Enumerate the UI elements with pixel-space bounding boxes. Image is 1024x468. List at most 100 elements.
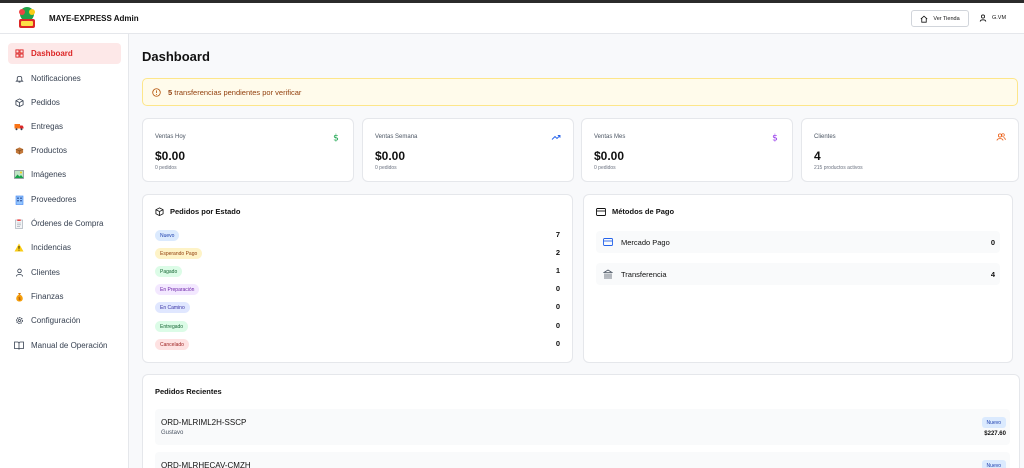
sidebar-item-label: Órdenes de Compra — [31, 219, 104, 228]
sidebar-item-incidencias[interactable]: Incidencias — [8, 237, 121, 258]
order-status-badge: Nuevo — [981, 460, 1006, 468]
payment-label: Transferencia — [621, 269, 667, 279]
sidebar-item-finanzas[interactable]: $ Finanzas — [8, 286, 121, 307]
svg-text:$: $ — [18, 296, 21, 301]
sidebar-item-label: Manual de Operación — [31, 341, 108, 350]
alert-message: transferencias pendientes por verificar — [174, 87, 302, 97]
payment-row-transferencia: Transferencia 4 — [596, 263, 1000, 285]
brand-logo[interactable] — [16, 6, 38, 30]
sidebar-item-productos[interactable]: Productos — [8, 140, 121, 161]
section-title: Métodos de Pago — [596, 207, 674, 216]
stat-card-ventas-semana: Ventas Semana $0.00 0 pedidos — [362, 118, 574, 182]
alert-count: 5 — [168, 87, 173, 97]
payment-label: Mercado Pago — [621, 237, 670, 247]
view-store-button[interactable]: Ver Tienda — [911, 10, 969, 27]
status-row: Nuevo 7 — [155, 230, 560, 242]
card-icon — [603, 238, 613, 246]
sidebar-item-ordenes-compra[interactable]: Órdenes de Compra — [8, 213, 121, 234]
stat-card-ventas-mes: Ventas Mes $ $0.00 0 pedidos — [581, 118, 793, 182]
status-row: Pagado 1 — [155, 266, 560, 278]
alert-text: 5 transferencias pendientes por verifica… — [168, 88, 301, 97]
sidebar-item-label: Finanzas — [31, 292, 64, 301]
sidebar-item-dashboard[interactable]: Dashboard — [8, 43, 121, 64]
sidebar-item-configuracion[interactable]: Configuración — [8, 310, 121, 331]
card-icon — [596, 207, 606, 216]
payment-row-mercado-pago: Mercado Pago 0 — [596, 231, 1000, 253]
view-store-label: Ver Tienda — [933, 15, 960, 22]
stat-sub: 215 productos activos — [814, 165, 863, 171]
bank-icon — [603, 269, 613, 279]
sidebar-item-pedidos[interactable]: Pedidos — [8, 92, 121, 113]
order-status-badge: Nuevo — [981, 417, 1006, 428]
status-row: Entregado 0 — [155, 321, 560, 333]
svg-text:$: $ — [772, 134, 778, 143]
sidebar-item-label: Notificaciones — [31, 74, 81, 83]
section-title-label: Pedidos Recientes — [155, 387, 222, 396]
image-icon — [14, 170, 24, 180]
status-badge: Entregado — [155, 321, 189, 332]
status-row: En Camino 0 — [155, 302, 560, 314]
user-icon — [14, 268, 24, 278]
order-row[interactable]: ORD-MLRHECAV-CMZH Nuevo — [155, 452, 1010, 468]
status-count: 2 — [555, 248, 560, 257]
status-count: 1 — [555, 266, 560, 275]
user-menu[interactable]: G.VM — [979, 14, 1006, 22]
sidebar-item-label: Clientes — [31, 268, 60, 277]
status-badge: En Preparación — [155, 284, 200, 295]
svg-text:$: $ — [333, 134, 339, 143]
stat-value: 4 — [814, 149, 821, 163]
status-badge: Esperando Pago — [155, 248, 203, 259]
stat-sub: 0 pedidos — [155, 165, 177, 171]
order-total: $227.60 — [984, 431, 1006, 437]
status-count: 7 — [555, 230, 560, 239]
sidebar-item-notificaciones[interactable]: Notificaciones — [8, 68, 121, 89]
pending-transfers-alert[interactable]: 5 transferencias pendientes por verifica… — [142, 78, 1018, 106]
package-icon — [14, 98, 24, 108]
alert-circle-icon — [152, 87, 161, 97]
page-title: Dashboard — [142, 49, 210, 64]
truck-icon — [14, 122, 24, 132]
status-badge: Nuevo — [155, 230, 180, 241]
order-id: ORD-MLRHECAV-CMZH — [161, 461, 251, 468]
user-icon — [979, 14, 987, 22]
order-row[interactable]: ORD-MLRIML2H-SSCP Gustavo Nuevo $227.60 — [155, 409, 1010, 445]
main-content: Dashboard 5 transferencias pendientes po… — [130, 34, 1024, 468]
status-row: Cancelado 0 — [155, 339, 560, 351]
top-header: MAYE-EXPRESS Admin Ver Tienda G.VM — [0, 3, 1024, 34]
payment-methods-card: Métodos de Pago Mercado Pago 0 Transfere… — [583, 194, 1013, 363]
status-badge: Pagado — [155, 266, 183, 277]
sidebar-item-label: Pedidos — [31, 98, 60, 107]
sidebar-item-imagenes[interactable]: Imágenes — [8, 164, 121, 185]
stat-value: $0.00 — [594, 149, 625, 163]
bell-icon — [14, 74, 24, 84]
order-client: Gustavo — [161, 430, 184, 436]
stat-card-clientes: Clientes 4 215 productos activos — [801, 118, 1019, 182]
sidebar-item-label: Dashboard — [31, 49, 73, 58]
recent-orders-card: Pedidos Recientes ORD-MLRIML2H-SSCP Gust… — [142, 374, 1020, 468]
dollar-icon: $ — [772, 134, 778, 143]
sidebar-item-proveedores[interactable]: Proveedores — [8, 189, 121, 210]
sidebar-item-entregas[interactable]: Entregas — [8, 116, 121, 137]
status-count: 0 — [555, 302, 560, 311]
book-icon — [14, 341, 24, 351]
sidebar-item-manual[interactable]: Manual de Operación — [8, 335, 121, 356]
user-initials: G.VM — [992, 15, 1007, 21]
orders-by-status-card: Pedidos por Estado Nuevo 7 Esperando Pag… — [142, 194, 573, 363]
section-title-label: Métodos de Pago — [612, 207, 675, 216]
stat-sub: 0 pedidos — [594, 165, 616, 171]
section-title-label: Pedidos por Estado — [170, 207, 241, 216]
sidebar: Dashboard Notificaciones Pedidos Entrega… — [0, 34, 129, 468]
box-icon — [14, 146, 24, 156]
sidebar-item-label: Productos — [31, 146, 68, 155]
package-icon — [155, 207, 164, 216]
sidebar-item-label: Incidencias — [31, 243, 72, 252]
stat-sub: 0 pedidos — [375, 165, 397, 171]
trending-up-icon — [551, 135, 561, 140]
status-row: En Preparación 0 — [155, 284, 560, 296]
status-count: 0 — [555, 321, 560, 330]
sidebar-item-clientes[interactable]: Clientes — [8, 262, 121, 283]
clipboard-icon — [14, 218, 24, 229]
payment-count: 4 — [990, 270, 995, 279]
gear-icon — [14, 316, 24, 326]
order-id: ORD-MLRIML2H-SSCP — [161, 418, 247, 427]
